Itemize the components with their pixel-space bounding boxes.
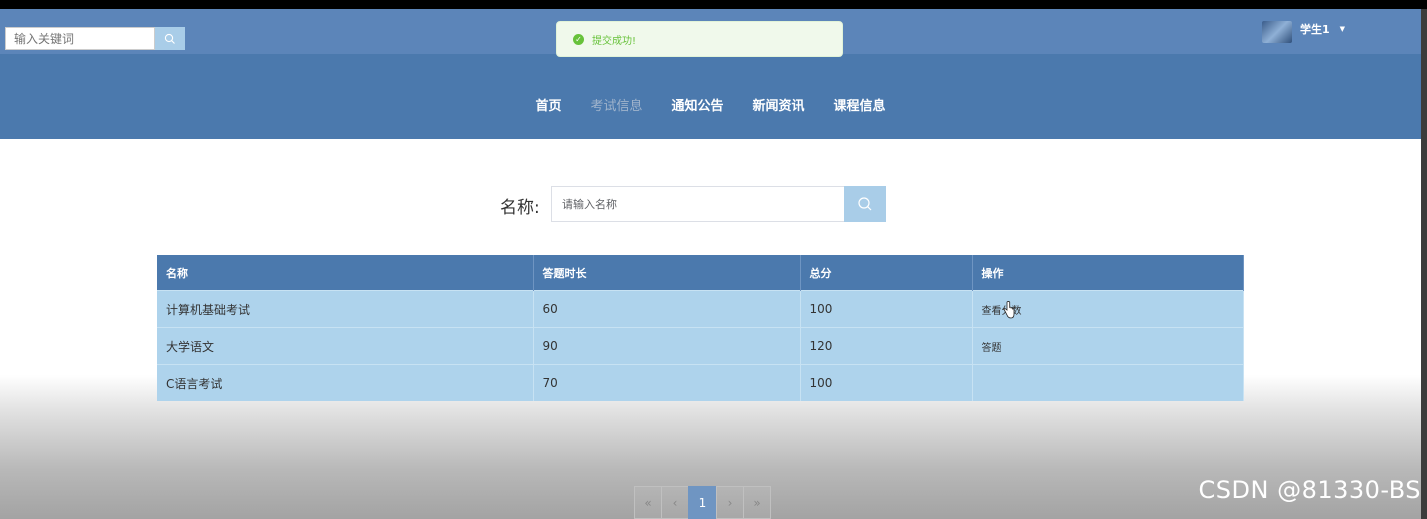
main-nav: 首页 考试信息 通知公告 新闻资讯 课程信息 bbox=[0, 99, 1421, 115]
col-header-duration: 答题时长 bbox=[533, 255, 801, 291]
cell-score: 120 bbox=[800, 327, 973, 365]
search-icon bbox=[164, 33, 175, 44]
col-header-score: 总分 bbox=[800, 255, 973, 291]
name-filter-input[interactable] bbox=[551, 186, 845, 222]
cell-action: 答题 bbox=[972, 327, 1244, 365]
check-circle-icon: ✓ bbox=[573, 33, 584, 45]
nav-home[interactable]: 首页 bbox=[521, 99, 576, 115]
toast-message: 提交成功! bbox=[592, 35, 637, 47]
keyword-search-input[interactable] bbox=[5, 27, 155, 50]
table-row: 大学语文 90 120 答题 bbox=[157, 327, 1244, 365]
right-edge-bar bbox=[1421, 9, 1427, 519]
table-row: C语言考试 70 100 bbox=[157, 364, 1244, 401]
nav-notices[interactable]: 通知公告 bbox=[657, 99, 738, 115]
cell-duration: 60 bbox=[533, 290, 801, 328]
cell-duration: 70 bbox=[533, 364, 801, 401]
cell-name: 大学语文 bbox=[157, 327, 534, 365]
cell-score: 100 bbox=[800, 290, 973, 328]
nav-courses[interactable]: 课程信息 bbox=[819, 99, 900, 115]
success-toast: ✓ 提交成功! bbox=[556, 21, 843, 57]
watermark: CSDN @81330-BS bbox=[1198, 476, 1421, 504]
user-menu[interactable]: 学生1 ▼ bbox=[1262, 21, 1345, 43]
table-header-row: 名称 答题时长 总分 操作 bbox=[157, 255, 1244, 291]
next-page-button[interactable]: › bbox=[716, 486, 744, 519]
keyword-search-button[interactable] bbox=[155, 27, 185, 50]
name-filter-label: 名称: bbox=[500, 198, 540, 218]
nav-news[interactable]: 新闻资讯 bbox=[738, 99, 819, 115]
exam-table: 名称 答题时长 总分 操作 计算机基础考试 60 100 查看分数 大学语文 9… bbox=[157, 255, 1244, 401]
table-row: 计算机基础考试 60 100 查看分数 bbox=[157, 290, 1244, 328]
view-score-link[interactable]: 查看分数 bbox=[982, 306, 1022, 317]
search-icon bbox=[858, 197, 872, 211]
nav-exam-info[interactable]: 考试信息 bbox=[576, 99, 657, 115]
pagination: « ‹ 1 › » bbox=[634, 486, 771, 519]
user-name[interactable]: 学生1 bbox=[1300, 21, 1330, 37]
first-page-button[interactable]: « bbox=[634, 486, 662, 519]
cell-duration: 90 bbox=[533, 327, 801, 365]
cell-score: 100 bbox=[800, 364, 973, 401]
name-search-button[interactable] bbox=[844, 186, 886, 222]
cell-name: 计算机基础考试 bbox=[157, 290, 534, 328]
col-header-action: 操作 bbox=[972, 255, 1244, 291]
avatar[interactable] bbox=[1262, 21, 1292, 43]
cell-name: C语言考试 bbox=[157, 364, 534, 401]
top-black-bar bbox=[0, 0, 1427, 9]
col-header-name: 名称 bbox=[157, 255, 534, 291]
page-1-button[interactable]: 1 bbox=[688, 486, 717, 519]
hand-pointer-icon bbox=[1003, 301, 1015, 319]
prev-page-button[interactable]: ‹ bbox=[661, 486, 689, 519]
answer-link[interactable]: 答题 bbox=[982, 343, 1002, 354]
caret-down-icon[interactable]: ▼ bbox=[1340, 25, 1345, 33]
cell-action bbox=[972, 364, 1244, 401]
last-page-button[interactable]: » bbox=[743, 486, 771, 519]
